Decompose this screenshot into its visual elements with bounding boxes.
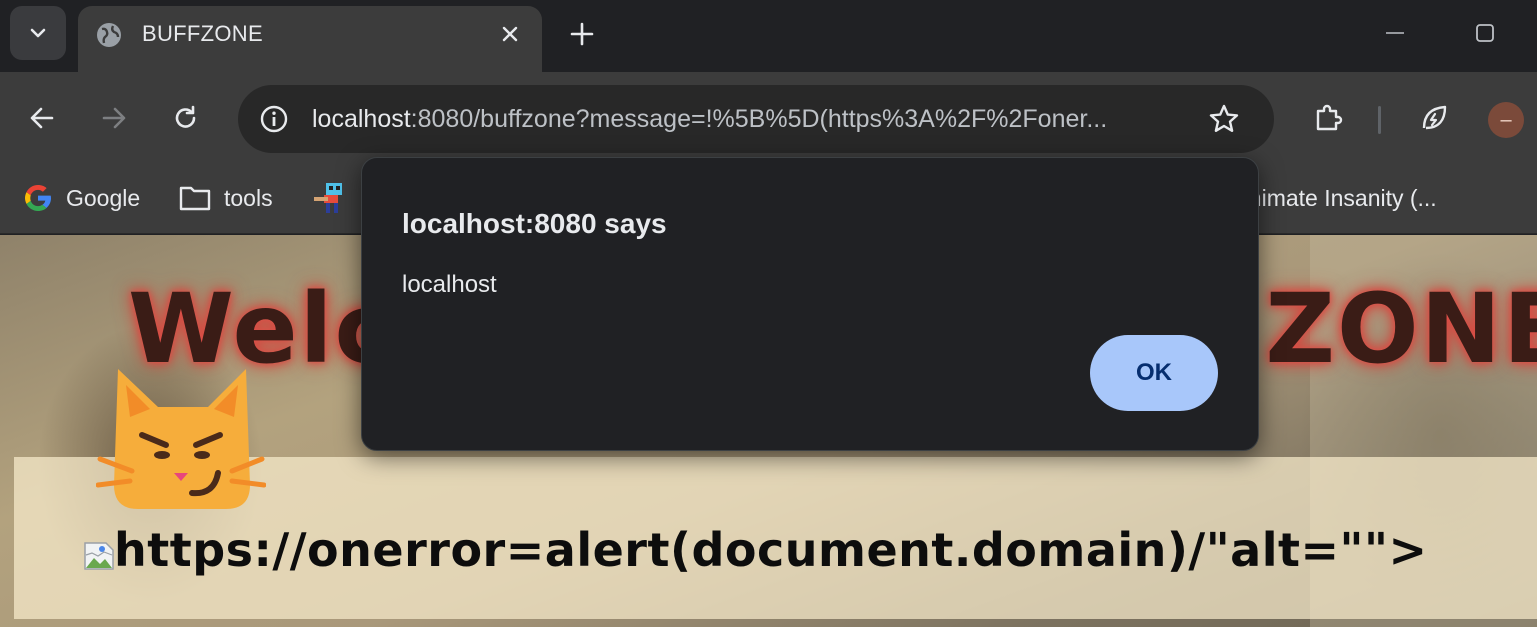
star-icon <box>1209 104 1239 132</box>
info-icon <box>260 105 288 133</box>
bookmark-label: Google <box>66 184 141 211</box>
performance-button[interactable] <box>1412 96 1456 140</box>
bookmark-label: tools <box>224 184 273 211</box>
maximize-icon <box>1476 24 1494 42</box>
reload-icon <box>175 105 196 128</box>
back-button[interactable] <box>20 96 64 140</box>
forward-button[interactable] <box>92 96 136 140</box>
message-text: https://onerror=alert(document.domain)/"… <box>114 523 1428 577</box>
plus-icon <box>570 22 594 46</box>
minimize-icon <box>1386 32 1404 34</box>
url-text[interactable]: localhost:8080/buffzone?message=!%5B%5D(… <box>312 105 1107 134</box>
arrow-right-icon <box>102 107 126 129</box>
close-icon <box>502 26 518 42</box>
site-info-button[interactable] <box>254 99 294 139</box>
tab-search-button[interactable] <box>10 6 66 60</box>
tab-buffzone[interactable]: BUFFZONE <box>78 6 542 72</box>
minimize-button[interactable] <box>1380 18 1410 48</box>
url-path: :8080/buffzone?message=!%5B%5D(https%3A%… <box>410 105 1108 133</box>
reload-button[interactable] <box>164 96 208 140</box>
dialog-title: localhost:8080 says <box>402 208 667 239</box>
bookmark-animate-insanity[interactable]: animate Insanity (... <box>1236 176 1437 220</box>
bookmark-google[interactable]: Google <box>22 176 140 220</box>
address-bar[interactable]: localhost:8080/buffzone?message=!%5B%5D(… <box>238 85 1274 153</box>
bookmark-pixel-character[interactable]: I <box>312 176 366 220</box>
bookmark-folder-tools[interactable]: tools <box>178 176 273 220</box>
tab-strip: BUFFZONE <box>0 0 1537 72</box>
toolbar-divider <box>1378 106 1381 134</box>
browser-toolbar: localhost:8080/buffzone?message=!%5B%5D(… <box>0 72 1537 166</box>
new-tab-button[interactable] <box>562 16 602 52</box>
tab-title: BUFFZONE <box>142 21 263 46</box>
smirking-cat-icon <box>96 369 266 509</box>
folder-icon <box>179 186 211 211</box>
url-host: localhost <box>312 105 411 133</box>
maximize-button[interactable] <box>1470 18 1500 48</box>
broken-image-icon <box>84 542 114 570</box>
tab-close-button[interactable] <box>494 18 526 50</box>
bookmark-label: animate Insanity (... <box>1236 184 1437 211</box>
alert-dialog: localhost:8080 says localhost OK <box>361 157 1259 451</box>
pixel-character-icon <box>314 183 342 213</box>
puzzle-icon <box>1316 104 1343 131</box>
dialog-message: localhost <box>402 271 497 298</box>
profile-avatar[interactable]: – <box>1488 102 1524 138</box>
heading-right: ZONE <box>1265 273 1537 385</box>
arrow-left-icon <box>30 107 54 129</box>
ok-button[interactable]: OK <box>1090 335 1218 411</box>
google-icon <box>25 185 51 211</box>
extensions-button[interactable] <box>1306 96 1350 140</box>
bookmark-star-button[interactable] <box>1204 99 1244 139</box>
chevron-down-icon <box>30 28 46 38</box>
globe-icon <box>97 23 121 47</box>
leaf-icon <box>1422 105 1447 130</box>
